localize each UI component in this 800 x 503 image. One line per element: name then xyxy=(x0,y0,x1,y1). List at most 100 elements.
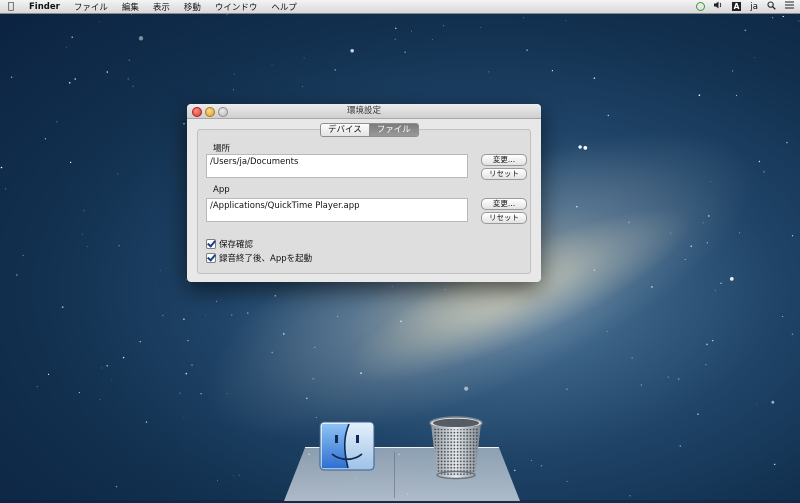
star xyxy=(651,286,653,288)
star xyxy=(183,318,185,321)
star xyxy=(690,245,692,247)
star xyxy=(565,20,567,21)
star xyxy=(735,94,738,97)
close-button[interactable] xyxy=(192,106,202,117)
star xyxy=(138,36,144,41)
confirm-save-checkbox[interactable] xyxy=(206,239,216,249)
star xyxy=(360,372,362,374)
preferences-tabs: デバイス ファイル xyxy=(320,123,419,137)
trash-icon[interactable] xyxy=(424,415,488,481)
user-menu[interactable]: ja xyxy=(750,2,758,12)
input-source-icon[interactable]: A xyxy=(731,2,742,11)
star xyxy=(720,282,722,285)
app-change-button[interactable]: 変更... xyxy=(481,198,527,210)
star xyxy=(394,38,396,40)
star xyxy=(771,17,774,19)
star xyxy=(271,351,274,354)
menu-help[interactable]: ヘルプ xyxy=(264,1,304,13)
app-path-field[interactable]: /Applications/QuickTime Player.app xyxy=(206,198,468,222)
star xyxy=(122,356,125,359)
star xyxy=(729,277,734,281)
star xyxy=(677,378,680,380)
menu-bar:  Finder ファイル 編集 表示 移動 ウインドウ ヘルプ A ja xyxy=(0,0,800,14)
status-circle-icon[interactable] xyxy=(695,2,705,11)
star xyxy=(443,25,445,27)
star xyxy=(763,171,765,173)
star xyxy=(274,294,277,297)
star xyxy=(131,14,133,15)
tab-files[interactable]: ファイル xyxy=(369,123,419,137)
star xyxy=(714,289,716,291)
star xyxy=(74,78,76,80)
star xyxy=(65,46,67,48)
star xyxy=(187,339,189,342)
star xyxy=(179,392,181,394)
launch-app-label: 録音終了後、Appを起動 xyxy=(219,254,313,264)
star xyxy=(47,373,50,376)
menu-go[interactable]: 移動 xyxy=(177,1,208,13)
star xyxy=(791,333,794,335)
star xyxy=(631,357,633,359)
location-reset-button[interactable]: リセット xyxy=(481,168,527,180)
star xyxy=(99,21,100,22)
star xyxy=(247,312,249,314)
star xyxy=(61,306,64,308)
launch-app-option[interactable]: 録音終了後、Appを起動 xyxy=(206,252,312,264)
star xyxy=(106,71,109,73)
menu-window[interactable]: ウインドウ xyxy=(208,1,265,13)
star xyxy=(400,320,402,323)
location-change-button[interactable]: 変更... xyxy=(481,154,527,166)
star xyxy=(350,48,354,53)
menu-extras: A ja xyxy=(687,0,800,13)
star xyxy=(36,386,38,388)
star xyxy=(444,289,446,291)
star xyxy=(566,480,568,482)
star xyxy=(468,334,470,336)
confirm-save-option[interactable]: 保存確認 xyxy=(206,238,253,250)
star xyxy=(139,340,142,343)
star xyxy=(71,36,73,38)
preferences-window: 環境設定 デバイス ファイル 場所 /Users/ja/Documents 変更… xyxy=(187,104,541,282)
star xyxy=(238,474,240,476)
menu-view[interactable]: 表示 xyxy=(146,1,177,13)
star xyxy=(83,210,85,212)
apple-icon[interactable]:  xyxy=(0,1,22,12)
star xyxy=(754,57,755,58)
star xyxy=(640,384,643,386)
minimize-button[interactable] xyxy=(205,106,215,117)
window-titlebar[interactable]: 環境設定 xyxy=(187,104,541,119)
star xyxy=(697,413,699,415)
tab-devices[interactable]: デバイス xyxy=(320,123,370,137)
star xyxy=(798,20,800,22)
star xyxy=(708,215,710,217)
star xyxy=(464,386,469,391)
star xyxy=(628,221,630,224)
star xyxy=(786,141,788,144)
star xyxy=(791,235,794,237)
location-path-field[interactable]: /Users/ja/Documents xyxy=(206,154,468,178)
star xyxy=(86,245,88,247)
list-icon[interactable] xyxy=(785,1,794,12)
window-controls xyxy=(192,106,231,117)
menu-edit[interactable]: 編集 xyxy=(115,1,146,13)
menu-app-name[interactable]: Finder xyxy=(22,2,67,12)
app-reset-button[interactable]: リセット xyxy=(481,212,527,224)
star xyxy=(782,15,784,18)
star xyxy=(395,27,397,30)
star xyxy=(667,376,669,378)
search-icon[interactable] xyxy=(767,0,776,13)
star xyxy=(739,232,741,234)
star xyxy=(183,122,185,125)
star xyxy=(217,480,218,482)
star xyxy=(530,460,532,462)
zoom-button[interactable] xyxy=(218,106,228,117)
finder-icon[interactable] xyxy=(318,420,376,472)
volume-icon[interactable] xyxy=(713,1,723,12)
menu-file[interactable]: ファイル xyxy=(67,1,115,13)
star xyxy=(337,315,339,318)
star xyxy=(606,330,608,332)
star xyxy=(771,400,775,404)
launch-app-checkbox[interactable] xyxy=(206,253,216,263)
star xyxy=(698,94,701,96)
star xyxy=(231,314,233,316)
